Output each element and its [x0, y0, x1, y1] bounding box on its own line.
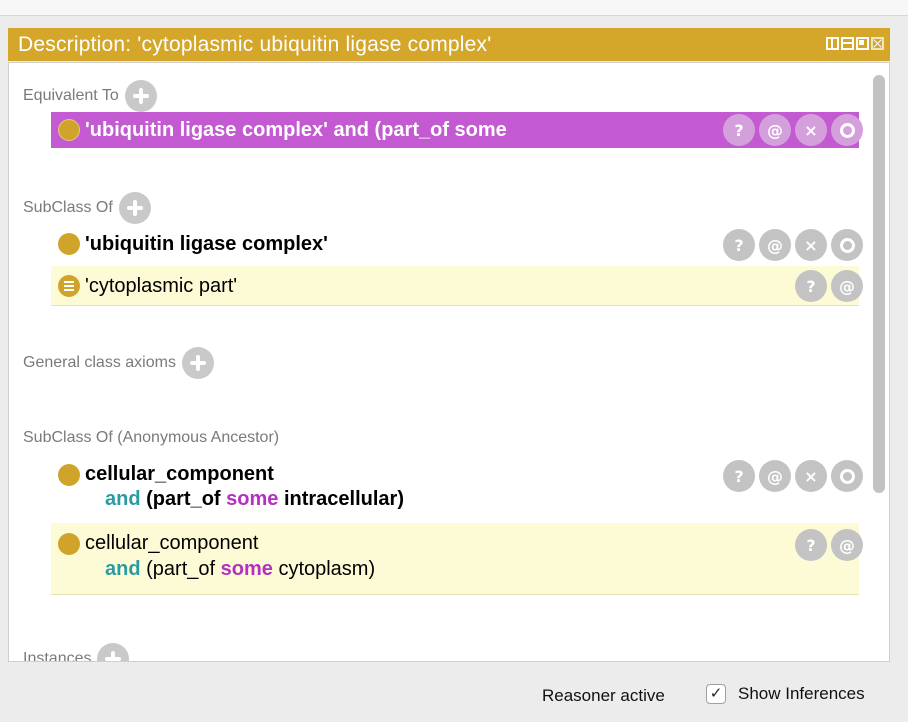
section-anonymous-ancestor: SubClass Of (Anonymous Ancestor): [23, 429, 279, 447]
axiom-text: 'cytoplasmic part': [85, 275, 238, 297]
annotation-icon[interactable]: @: [759, 114, 791, 146]
help-icon[interactable]: ?: [723, 460, 755, 492]
row-buttons: ? @ ×: [723, 460, 863, 492]
subclass-row[interactable]: 'ubiquitin ligase complex' ? @ ×: [51, 229, 863, 265]
annotation-icon[interactable]: @: [831, 529, 863, 561]
keyword-some: some: [226, 488, 279, 510]
delete-icon[interactable]: ×: [795, 229, 827, 261]
explain-icon[interactable]: [831, 229, 863, 261]
axiom-text: 'ubiquitin ligase complex' and (part_of …: [85, 119, 507, 141]
inferred-ancestor-row[interactable]: cellular_component and (part_of some cyt…: [51, 523, 863, 595]
class-icon: [58, 119, 80, 141]
annotation-icon[interactable]: @: [759, 229, 791, 261]
class-icon: [58, 233, 80, 255]
view-title-bar: Description: 'cytoplasmic ubiquitin liga…: [8, 28, 890, 61]
help-icon[interactable]: ?: [795, 270, 827, 302]
equivalent-class-row[interactable]: 'ubiquitin ligase complex' and (part_of …: [51, 112, 863, 148]
inferred-subclass-row[interactable]: 'cytoplasmic part' ? @: [51, 266, 863, 306]
section-label: General class axioms: [23, 354, 176, 371]
axiom-text: 'ubiquitin ligase complex': [85, 233, 328, 255]
reasoner-status: Reasoner active: [542, 686, 665, 705]
add-general-axiom-icon[interactable]: [181, 347, 214, 379]
tile-horizontal-icon[interactable]: [841, 37, 854, 50]
section-instances: Instances: [23, 643, 130, 662]
close-view-icon[interactable]: [871, 37, 884, 50]
explain-icon[interactable]: [831, 114, 863, 146]
delete-icon[interactable]: ×: [795, 460, 827, 492]
ancestor-row[interactable]: cellular_component and (part_of some int…: [51, 458, 863, 520]
section-label: SubClass Of: [23, 199, 113, 216]
help-icon[interactable]: ?: [723, 114, 755, 146]
restriction-filler: intracellular): [283, 488, 404, 510]
show-inferences-label: Show Inferences: [738, 684, 865, 703]
section-label: Instances: [23, 650, 92, 662]
section-label: SubClass Of (Anonymous Ancestor): [23, 429, 280, 446]
restriction-property: (part_of: [146, 488, 221, 510]
show-inferences-checkbox[interactable]: ✓: [706, 684, 726, 704]
help-icon[interactable]: ?: [795, 529, 827, 561]
axiom-text-line1: cellular_component: [85, 532, 259, 554]
view-title: Description: 'cytoplasmic ubiquitin liga…: [18, 33, 492, 56]
add-instance-icon[interactable]: [97, 643, 130, 661]
row-buttons: ? @ ×: [723, 114, 863, 146]
section-label: Equivalent To: [23, 87, 119, 104]
description-panel: Equivalent To 'ubiquitin ligase complex'…: [8, 62, 890, 662]
explain-icon[interactable]: [831, 460, 863, 492]
restriction-filler: cytoplasm): [278, 558, 376, 580]
section-general-axioms: General class axioms: [23, 347, 214, 379]
status-bar: Reasoner active ✓ Show Inferences: [0, 676, 908, 722]
class-icon: [58, 464, 80, 486]
restriction-property: (part_of: [146, 558, 216, 580]
help-icon[interactable]: ?: [723, 229, 755, 261]
delete-icon[interactable]: ×: [795, 114, 827, 146]
axiom-text-line2: and (part_of some intracellular): [105, 486, 404, 512]
add-equivalent-icon[interactable]: [124, 80, 157, 112]
add-superclass-icon[interactable]: [118, 192, 151, 224]
annotation-icon[interactable]: @: [831, 270, 863, 302]
show-inferences-toggle[interactable]: ✓ Show Inferences: [706, 684, 865, 704]
row-buttons: ? @: [795, 270, 863, 302]
axiom-text-line1: cellular_component: [85, 463, 274, 485]
top-strip: [0, 0, 908, 16]
axiom-text-line2: and (part_of some cytoplasm): [105, 556, 375, 582]
keyword-and: and: [105, 488, 141, 510]
inferred-class-icon: [58, 275, 80, 297]
class-icon: [58, 533, 80, 555]
keyword-some: some: [220, 558, 273, 580]
section-equivalent-to: Equivalent To: [23, 80, 157, 112]
row-buttons: ? @ ×: [723, 229, 863, 261]
vertical-scrollbar[interactable]: [873, 75, 885, 493]
annotation-icon[interactable]: @: [759, 460, 791, 492]
view-controls: [826, 37, 884, 50]
row-buttons: ? @: [795, 529, 863, 561]
tile-vertical-icon[interactable]: [826, 37, 839, 50]
keyword-and: and: [105, 558, 141, 580]
section-subclass-of: SubClass Of: [23, 192, 151, 224]
maximize-icon[interactable]: [856, 37, 869, 50]
